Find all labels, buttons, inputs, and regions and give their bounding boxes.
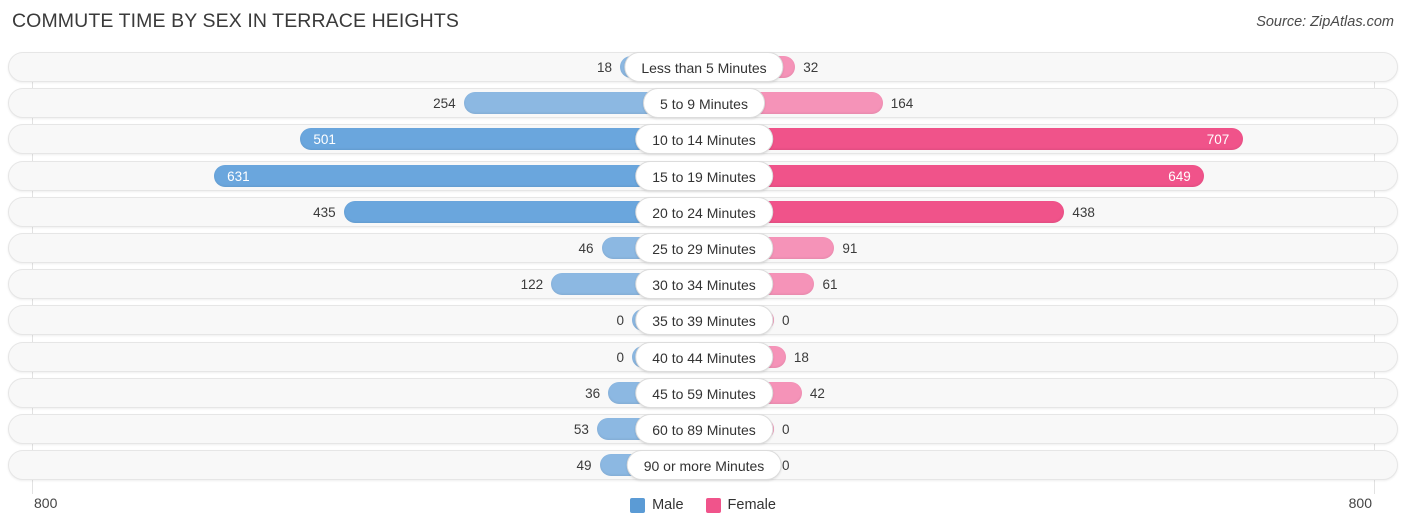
value-label-female: 42 (809, 385, 825, 401)
source-attribution: Source: ZipAtlas.com (1256, 14, 1394, 30)
chart-row[interactable]: 46 91 25 to 29 Minutes (8, 233, 1398, 263)
page-title: COMMUTE TIME BY SEX IN TERRACE HEIGHTS (12, 10, 459, 32)
category-label: 20 to 24 Minutes (635, 196, 773, 227)
value-label-female: 0 (782, 458, 790, 474)
chart-row[interactable]: 122 61 30 to 34 Minutes (8, 269, 1398, 300)
chart-row[interactable]: 501 707 10 to 14 Minutes (8, 124, 1398, 155)
value-label-female: 707 (1206, 132, 1230, 148)
chart-row-inner: 631 649 15 to 19 Minutes (9, 160, 1397, 191)
chart-row[interactable]: 0 18 40 to 44 Minutes (8, 341, 1398, 372)
chart-row-inner: 46 91 25 to 29 Minutes (9, 233, 1397, 263)
category-label: 10 to 14 Minutes (635, 124, 773, 155)
chart-row[interactable]: 18 32 Less than 5 Minutes (8, 52, 1398, 82)
chart-row-inner: 435 438 20 to 24 Minutes (9, 196, 1397, 227)
value-label-female: 164 (890, 96, 914, 112)
category-label: Less than 5 Minutes (624, 52, 784, 82)
value-label-male: 122 (520, 277, 544, 293)
category-label: 90 or more Minutes (626, 450, 782, 481)
chart-row-inner: 18 32 Less than 5 Minutes (9, 52, 1397, 82)
value-label-male: 49 (576, 458, 592, 474)
category-label: 35 to 39 Minutes (635, 305, 773, 336)
chart-row[interactable]: 254 164 5 to 9 Minutes (8, 88, 1398, 119)
legend: Male Female (0, 497, 1406, 513)
category-label: 25 to 29 Minutes (635, 233, 773, 263)
chart-row[interactable]: 49 0 90 or more Minutes (8, 450, 1398, 481)
chart-row-inner: 53 0 60 to 89 Minutes (9, 414, 1397, 444)
category-label: 5 to 9 Minutes (643, 88, 765, 119)
chart-row[interactable]: 36 42 45 to 59 Minutes (8, 377, 1398, 408)
chart-row-inner: 122 61 30 to 34 Minutes (9, 269, 1397, 300)
bar-female[interactable] (704, 128, 1243, 151)
value-label-male: 18 (597, 60, 613, 75)
value-label-male: 435 (313, 204, 336, 220)
plot-area: 18 32 Less than 5 Minutes 254 164 5 to 9 Minu… (0, 52, 1406, 494)
value-label-female: 18 (793, 349, 809, 365)
chart-row[interactable]: 0 0 35 to 39 Minutes (8, 305, 1398, 336)
value-label-male: 631 (227, 168, 250, 184)
value-label-female: 32 (803, 60, 819, 75)
value-label-male: 46 (578, 241, 594, 256)
category-label: 30 to 34 Minutes (635, 269, 773, 300)
value-label-female: 61 (822, 277, 838, 293)
value-label-male: 254 (433, 96, 456, 112)
category-label: 15 to 19 Minutes (635, 160, 773, 191)
chart-row[interactable]: 435 438 20 to 24 Minutes (8, 196, 1398, 227)
value-label-male: 0 (616, 349, 624, 365)
value-label-male: 0 (616, 313, 624, 329)
category-label: 60 to 89 Minutes (635, 414, 773, 444)
chart-row-inner: 254 164 5 to 9 Minutes (9, 88, 1397, 119)
chart-row-inner: 49 0 90 or more Minutes (9, 450, 1397, 481)
value-label-male: 36 (585, 385, 601, 401)
legend-swatch-male-icon (630, 497, 646, 513)
legend-swatch-female-icon (705, 497, 721, 513)
chart-root: COMMUTE TIME BY SEX IN TERRACE HEIGHTS S… (0, 0, 1406, 523)
bar-female[interactable] (704, 164, 1205, 187)
legend-label-female: Female (727, 497, 776, 513)
category-label: 45 to 59 Minutes (635, 377, 773, 408)
value-label-female: 91 (842, 241, 858, 256)
value-label-female: 649 (1168, 168, 1191, 184)
legend-item-female[interactable]: Female (705, 497, 776, 513)
chart-row-inner: 501 707 10 to 14 Minutes (9, 124, 1397, 155)
bar-male[interactable] (213, 164, 702, 187)
value-label-female: 0 (782, 313, 790, 329)
chart-row[interactable]: 631 649 15 to 19 Minutes (8, 160, 1398, 191)
chart-row-inner: 36 42 45 to 59 Minutes (9, 377, 1397, 408)
chart-row-inner: 0 18 40 to 44 Minutes (9, 341, 1397, 372)
value-label-male: 53 (573, 422, 589, 437)
value-label-female: 438 (1072, 204, 1095, 220)
value-label-male: 501 (313, 132, 336, 148)
chart-row[interactable]: 53 0 60 to 89 Minutes (8, 414, 1398, 444)
chart-row-inner: 0 0 35 to 39 Minutes (9, 305, 1397, 336)
category-label: 40 to 44 Minutes (635, 341, 773, 372)
legend-item-male[interactable]: Male (630, 497, 684, 513)
legend-label-male: Male (652, 497, 684, 513)
value-label-female: 0 (782, 422, 790, 437)
